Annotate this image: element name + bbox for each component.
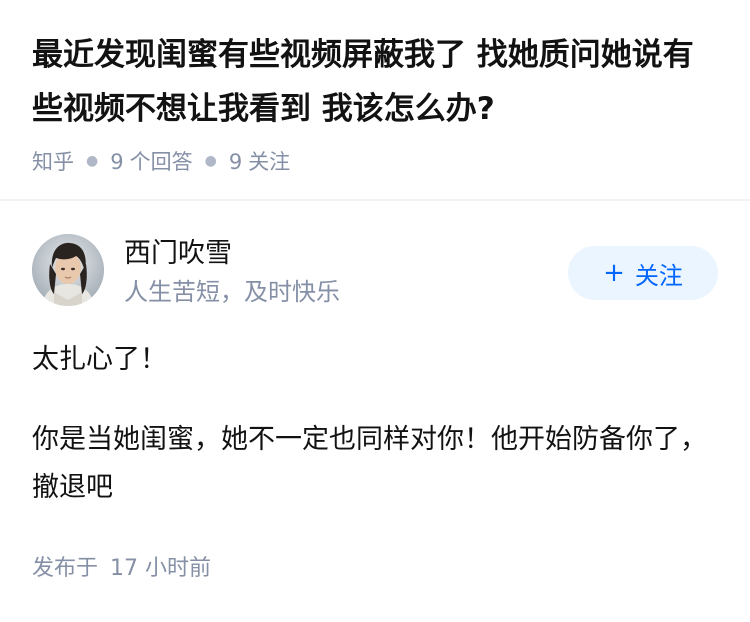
question-header: 最近发现闺蜜有些视频屏蔽我了 找她质问她说有些视频不想让我看到 我该怎么办? 知… (32, 28, 722, 178)
plus-icon: + (603, 258, 625, 288)
question-meta: 知乎 ● 9 个回答 ● 9 关注 (32, 144, 722, 178)
followers-count-link[interactable]: 9 关注 (229, 146, 290, 176)
answer-content: 太扎心了！ 你是当她闺蜜，她不一定也同样对你！他开始防备你了，撤退吧 (32, 336, 718, 512)
user-avatar-icon (32, 234, 104, 306)
meta-separator: ● (86, 153, 99, 169)
answers-count-link[interactable]: 9 个回答 (110, 146, 192, 176)
followers-label: 关注 (248, 150, 291, 174)
author-info: 西门吹雪 人生苦短，及时快乐 + 关注 (32, 234, 718, 310)
meta-separator: ● (204, 153, 217, 169)
follow-label: 关注 (634, 261, 683, 290)
followers-count: 9 (228, 150, 243, 174)
publish-time: 发布于 17 小时前 (32, 552, 211, 586)
source-label[interactable]: 知乎 (32, 146, 74, 176)
answer-paragraph: 太扎心了！ (32, 344, 167, 375)
answer-paragraph: 你是当她闺蜜，她不一定也同样对你！他开始防备你了，撤退吧 (32, 424, 707, 503)
answers-label: 个回答 (129, 150, 193, 174)
divider (0, 199, 750, 201)
answers-count: 9 (110, 150, 124, 174)
publish-label: 发布于 (32, 556, 99, 581)
author-bio: 人生苦短，及时快乐 (124, 278, 340, 306)
question-title[interactable]: 最近发现闺蜜有些视频屏蔽我了 找她质问她说有些视频不想让我看到 我该怎么办? (32, 28, 722, 136)
follow-button[interactable]: + 关注 (568, 246, 718, 300)
author-name[interactable]: 西门吹雪 (124, 236, 232, 272)
avatar[interactable] (32, 234, 104, 306)
publish-time-value: 17 小时前 (110, 556, 212, 581)
